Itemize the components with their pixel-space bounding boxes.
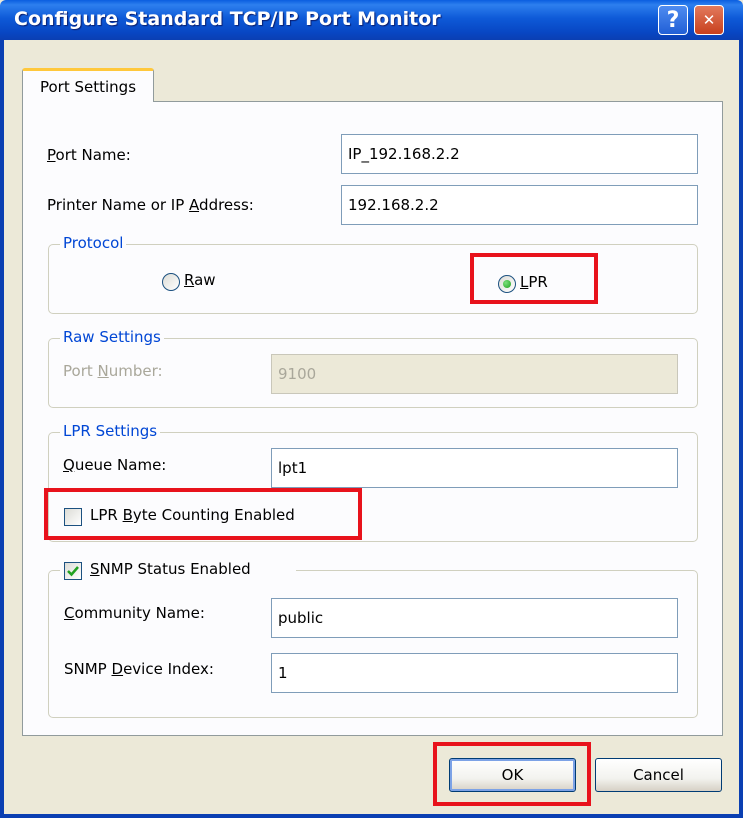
device-index-input[interactable]: 1 bbox=[271, 653, 678, 693]
ok-button-label: OK bbox=[501, 766, 524, 784]
port-number-label: Port Number: bbox=[63, 362, 163, 380]
dialog-window: Configure Standard TCP/IP Port Monitor ?… bbox=[0, 0, 743, 818]
device-index-label: SNMP Device Index: bbox=[64, 660, 214, 678]
device-index-value: 1 bbox=[278, 664, 288, 682]
port-name-label: Port Name: bbox=[47, 146, 131, 164]
raw-radio[interactable] bbox=[162, 273, 180, 291]
queue-name-label: Queue Name: bbox=[63, 456, 167, 474]
cancel-button-label: Cancel bbox=[633, 766, 684, 784]
protocol-group bbox=[48, 244, 698, 314]
raw-settings-legend: Raw Settings bbox=[60, 328, 164, 346]
protocol-legend: Protocol bbox=[60, 234, 127, 252]
community-name-input[interactable]: public bbox=[271, 598, 678, 638]
window-frame-bottom bbox=[0, 814, 743, 818]
lpr-radio-label[interactable]: LPR bbox=[520, 273, 548, 291]
help-icon: ? bbox=[666, 7, 680, 33]
close-button[interactable]: ✕ bbox=[694, 5, 724, 35]
printer-address-value: 192.168.2.2 bbox=[348, 196, 439, 214]
port-name-value: IP_192.168.2.2 bbox=[348, 145, 460, 163]
queue-name-input[interactable]: lpt1 bbox=[271, 448, 678, 488]
snmp-enabled-checkbox[interactable] bbox=[64, 562, 82, 580]
window-frame-left bbox=[0, 40, 4, 818]
queue-name-value: lpt1 bbox=[278, 459, 308, 477]
printer-address-label: Printer Name or IP Address: bbox=[47, 196, 254, 214]
checkmark-icon bbox=[67, 566, 79, 577]
byte-counting-checkbox[interactable] bbox=[64, 508, 82, 526]
tab-label: Port Settings bbox=[39, 77, 137, 96]
lpr-radio[interactable] bbox=[498, 275, 516, 293]
window-frame-right bbox=[739, 40, 743, 818]
community-name-value: public bbox=[278, 609, 324, 627]
radio-selected-dot bbox=[503, 280, 511, 288]
lpr-settings-legend: LPR Settings bbox=[60, 422, 161, 440]
snmp-enabled-label[interactable]: SNMP Status Enabled bbox=[90, 560, 251, 578]
raw-radio-label[interactable]: Raw bbox=[184, 271, 216, 289]
cancel-button[interactable]: Cancel bbox=[595, 758, 722, 792]
port-name-input[interactable]: IP_192.168.2.2 bbox=[341, 134, 698, 174]
community-name-label: Community Name: bbox=[64, 604, 205, 622]
help-button[interactable]: ? bbox=[658, 5, 688, 35]
port-number-value: 9100 bbox=[278, 365, 317, 383]
printer-address-input[interactable]: 192.168.2.2 bbox=[341, 185, 698, 225]
snmp-group bbox=[48, 570, 698, 718]
title-bar[interactable]: Configure Standard TCP/IP Port Monitor ?… bbox=[0, 0, 743, 40]
window-title: Configure Standard TCP/IP Port Monitor bbox=[14, 8, 441, 30]
tab-port-settings[interactable]: Port Settings bbox=[22, 68, 154, 102]
ok-button[interactable]: OK bbox=[449, 758, 576, 792]
port-number-input: 9100 bbox=[271, 354, 678, 394]
close-icon: ✕ bbox=[702, 11, 716, 29]
byte-counting-label[interactable]: LPR Byte Counting Enabled bbox=[90, 506, 295, 524]
